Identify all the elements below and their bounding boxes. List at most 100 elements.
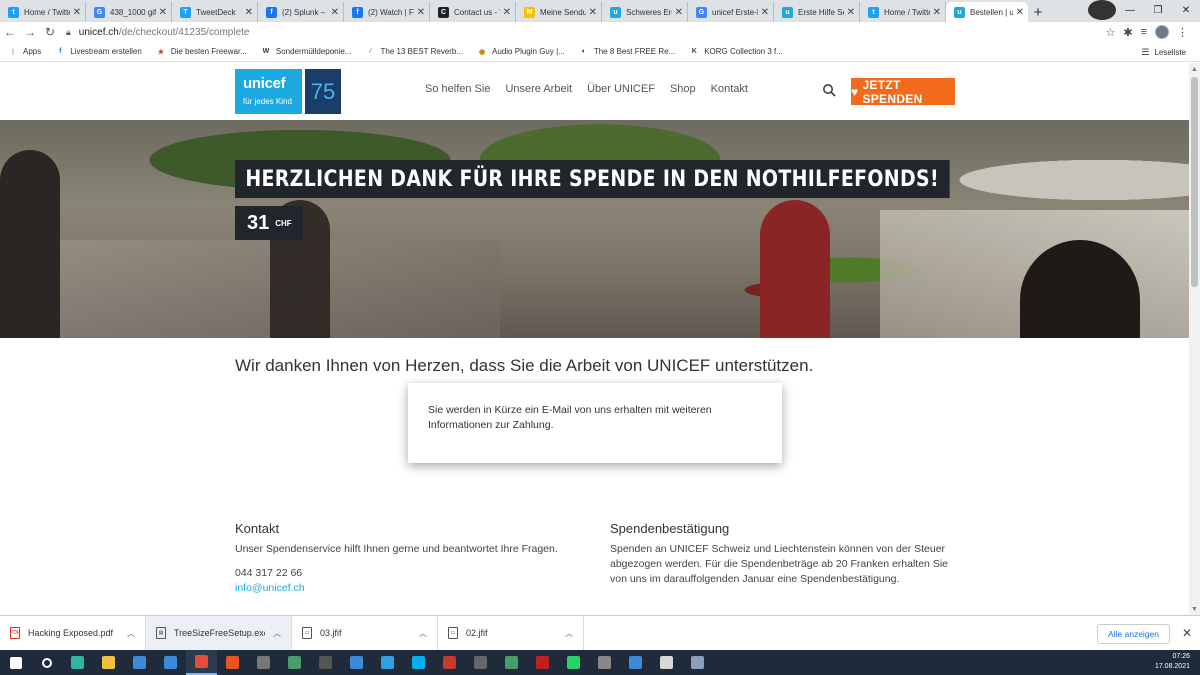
bookmark-item[interactable]: W Sondermülldeponie... bbox=[261, 47, 352, 57]
scroll-down-icon[interactable]: ▼ bbox=[1189, 603, 1200, 615]
bookmark-item[interactable]: ◐ The 8 Best FREE Re... bbox=[579, 47, 676, 57]
browser-tab[interactable]: f (2) Watch | Fa ✕ bbox=[344, 2, 430, 22]
photos-icon[interactable] bbox=[341, 650, 372, 675]
close-tab-icon[interactable]: ✕ bbox=[1016, 7, 1024, 18]
close-tab-icon[interactable]: ✕ bbox=[675, 7, 683, 18]
browser-tab[interactable]: t Home / Twitter✕ bbox=[0, 2, 86, 22]
notes-icon[interactable] bbox=[651, 650, 682, 675]
bookmark-item[interactable]: ∕ The 13 BEST Reverb... bbox=[365, 47, 463, 57]
snip-icon[interactable] bbox=[496, 650, 527, 675]
amount-value: 31 bbox=[247, 211, 270, 234]
ubuntu-icon[interactable] bbox=[217, 650, 248, 675]
close-tab-icon[interactable]: ✕ bbox=[159, 7, 167, 18]
edge-icon[interactable] bbox=[62, 650, 93, 675]
close-downloads-icon[interactable]: ✕ bbox=[1182, 626, 1192, 640]
download-item[interactable]: PDF Hacking Exposed.pdf ︿ bbox=[0, 615, 146, 651]
contact-email-link[interactable]: info@unicef.ch bbox=[235, 581, 575, 596]
browser-tab[interactable]: T TweetDeck ✕ bbox=[172, 2, 258, 22]
show-all-downloads-button[interactable]: Alle anzeigen bbox=[1096, 624, 1170, 644]
live-icon[interactable] bbox=[310, 650, 341, 675]
chevron-up-icon[interactable]: ︿ bbox=[127, 628, 145, 639]
skype-icon[interactable] bbox=[403, 650, 434, 675]
reading-list-button[interactable]: ☰ Leseliste bbox=[1141, 42, 1186, 62]
menu-icon[interactable]: ⋮ bbox=[1177, 26, 1188, 39]
mail-icon[interactable] bbox=[155, 650, 186, 675]
explorer-icon[interactable] bbox=[93, 650, 124, 675]
page-scrollbar[interactable]: ▲ ▼ bbox=[1189, 63, 1200, 615]
browser-tab[interactable]: t Home / Twitte ✕ bbox=[860, 2, 946, 22]
reading-mode-icon[interactable]: ≡ bbox=[1141, 26, 1147, 38]
whatsapp-icon[interactable] bbox=[558, 650, 589, 675]
close-tab-icon[interactable]: ✕ bbox=[847, 7, 855, 18]
chevron-up-icon[interactable]: ︿ bbox=[419, 628, 437, 639]
bookmark-item[interactable]: f Livestream erstellen bbox=[55, 47, 142, 57]
new-tab-button[interactable]: + bbox=[1028, 2, 1048, 22]
browser-tab[interactable]: Gunicef Erste-H✕ bbox=[688, 2, 774, 22]
chevron-up-icon[interactable]: ︿ bbox=[273, 628, 291, 639]
browser-tab[interactable]: u Erste Hilfe Set✕ bbox=[774, 2, 860, 22]
close-tab-icon[interactable]: ✕ bbox=[417, 7, 425, 18]
vpn-icon[interactable] bbox=[279, 650, 310, 675]
bookmark-item[interactable]: ◉ Audio Plugin Guy |... bbox=[477, 47, 565, 57]
lock-icon[interactable]: 🔒︎ bbox=[66, 27, 71, 38]
app-icon[interactable] bbox=[434, 650, 465, 675]
download-item[interactable]: ▤ TreeSizeFreeSetup.exe ︿ bbox=[146, 615, 292, 651]
chrome-icon[interactable] bbox=[186, 650, 217, 675]
close-tab-icon[interactable]: ✕ bbox=[589, 7, 597, 18]
start-icon[interactable] bbox=[0, 650, 31, 675]
nav-item[interactable]: Über UNICEF bbox=[587, 83, 655, 95]
nav-item[interactable]: Kontakt bbox=[711, 83, 748, 95]
browser-tab[interactable]: f (2) Splunk – B✕ bbox=[258, 2, 344, 22]
bookmark-item[interactable]: K KORG Collection 3 f... bbox=[689, 47, 783, 57]
search-icon[interactable] bbox=[31, 650, 62, 675]
close-tab-icon[interactable]: ✕ bbox=[245, 7, 253, 18]
donate-button[interactable]: ♥ JETZT SPENDEN bbox=[851, 78, 955, 106]
download-item[interactable]: ▭ 03.jfif ︿ bbox=[292, 615, 438, 651]
back-button[interactable]: ← bbox=[0, 22, 20, 42]
close-tab-icon[interactable]: ✕ bbox=[331, 7, 339, 18]
tool-icon[interactable] bbox=[248, 650, 279, 675]
telegram-icon[interactable] bbox=[372, 650, 403, 675]
tab-title: 438_1000 gif bbox=[110, 7, 156, 17]
media-icon[interactable] bbox=[589, 650, 620, 675]
window-icon[interactable] bbox=[620, 650, 651, 675]
bookmark-item[interactable]: ★ Die besten Freewar... bbox=[156, 47, 247, 57]
contact-phone[interactable]: 044 317 22 66 bbox=[235, 566, 575, 581]
browser-tab[interactable]: u Schweres Erdb✕ bbox=[602, 2, 688, 22]
close-tab-icon[interactable]: ✕ bbox=[933, 7, 941, 18]
browser-tab[interactable]: C Contact us - V✕ bbox=[430, 2, 516, 22]
address-bar[interactable]: 🔒︎ unicef.ch/de/checkout/41235/complete bbox=[60, 23, 1105, 41]
tweetdeck-icon[interactable] bbox=[527, 650, 558, 675]
bookmark-star-icon[interactable]: ☆ bbox=[1105, 26, 1115, 39]
scrollbar-thumb[interactable] bbox=[1191, 77, 1198, 287]
close-tab-icon[interactable]: ✕ bbox=[503, 7, 511, 18]
close-tab-icon[interactable]: ✕ bbox=[761, 7, 769, 18]
minimize-button[interactable]: — bbox=[1116, 0, 1144, 20]
reload-button[interactable]: ↻ bbox=[40, 22, 60, 42]
close-window-button[interactable]: ✕ bbox=[1172, 0, 1200, 20]
keyboard-icon[interactable] bbox=[465, 650, 496, 675]
thanks-heading: Wir danken Ihnen von Herzen, dass Sie di… bbox=[235, 356, 814, 375]
avatar[interactable] bbox=[1155, 25, 1169, 39]
browser-tab[interactable]: u Bestellen | uni✕ bbox=[946, 2, 1028, 22]
receipt-text: Spenden an UNICEF Schweiz und Liechtenst… bbox=[610, 543, 948, 585]
profile-menu-icon[interactable] bbox=[1088, 0, 1116, 20]
search-icon[interactable] bbox=[822, 83, 836, 97]
bookmark-item[interactable]: ⋮ Apps bbox=[8, 47, 42, 57]
nav-item[interactable]: So helfen Sie bbox=[425, 83, 490, 95]
nav-item[interactable]: Unsere Arbeit bbox=[505, 83, 572, 95]
maximize-button[interactable]: ❐ bbox=[1144, 0, 1172, 20]
chevron-up-icon[interactable]: ︿ bbox=[565, 628, 583, 639]
browser-tab[interactable]: M Meine Sendun✕ bbox=[516, 2, 602, 22]
nav-item[interactable]: Shop bbox=[670, 83, 696, 95]
extensions-icon[interactable]: ✱ bbox=[1123, 26, 1132, 39]
system-clock[interactable]: 07:26 17.08.2021 bbox=[1155, 652, 1190, 672]
browser-tab[interactable]: G 438_1000 gif ✕ bbox=[86, 2, 172, 22]
forward-button[interactable]: → bbox=[20, 22, 40, 42]
unicef-logo[interactable]: unicef für jedes Kind bbox=[235, 69, 302, 114]
close-tab-icon[interactable]: ✕ bbox=[73, 7, 81, 18]
scroll-up-icon[interactable]: ▲ bbox=[1189, 63, 1200, 75]
store-icon[interactable] bbox=[124, 650, 155, 675]
calc-icon[interactable] bbox=[682, 650, 713, 675]
download-item[interactable]: ▭ 02.jfif ︿ bbox=[438, 615, 584, 651]
